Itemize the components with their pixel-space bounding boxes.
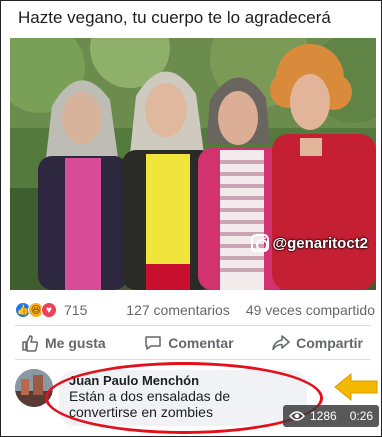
post-actions: Me gusta Comentar Compartir: [11, 331, 373, 355]
divider: [15, 325, 371, 326]
view-count: 1286: [310, 409, 337, 423]
watermark-text: @genaritoct2: [272, 234, 368, 252]
post-stats: 👍 😆 ♥ 715 127 comentarios 49 veces compa…: [15, 300, 375, 320]
divider: [15, 359, 371, 360]
avatar-image: [15, 369, 53, 407]
comment-text: Están a dos ensaladas de convertirse en …: [69, 388, 231, 420]
comment: Juan Paulo Menchón Están a dos ensaladas…: [1, 362, 381, 436]
like-label: Me gusta: [45, 335, 106, 351]
instagram-watermark: @genaritoct2: [250, 234, 368, 252]
post-photo[interactable]: @genaritoct2: [10, 38, 376, 290]
thumbs-up-icon: [22, 335, 39, 352]
instagram-icon: [250, 234, 269, 252]
comment-icon: [145, 336, 161, 350]
comment-button[interactable]: Comentar: [134, 334, 243, 352]
reaction-summary[interactable]: 👍 😆 ♥ 715: [15, 302, 87, 318]
like-button[interactable]: Me gusta: [11, 334, 116, 352]
video-badge: 1286 0:26: [283, 405, 379, 427]
avatar[interactable]: [15, 369, 53, 407]
share-label: Compartir: [296, 335, 363, 351]
photo-illustration: [10, 38, 376, 290]
facebook-post: Hazte vegano, tu cuerpo te lo agradecerá: [0, 0, 382, 437]
comment-bubble: Juan Paulo Menchón Están a dos ensaladas…: [59, 370, 307, 426]
shares-count[interactable]: 49 veces compartido: [246, 302, 375, 318]
comment-author[interactable]: Juan Paulo Menchón: [69, 373, 297, 388]
post-text: Hazte vegano, tu cuerpo te lo agradecerá: [18, 8, 331, 27]
share-button[interactable]: Compartir: [262, 334, 373, 352]
arrow-left-icon: [334, 372, 378, 402]
comment-label: Comentar: [168, 335, 234, 351]
love-icon: ♥: [41, 302, 57, 318]
eye-icon: [289, 411, 305, 421]
comments-count[interactable]: 127 comentarios: [126, 302, 230, 318]
share-arrow-icon: [272, 335, 290, 351]
reactions-count: 715: [64, 302, 88, 318]
video-duration: 0:26: [349, 409, 374, 423]
